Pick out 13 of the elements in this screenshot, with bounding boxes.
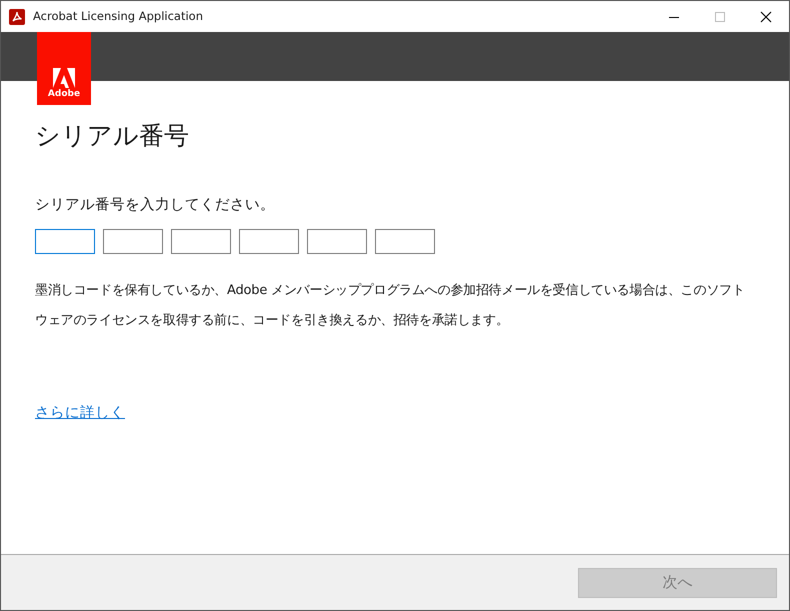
adobe-logo: Adobe [37,32,91,105]
learn-more-link[interactable]: さらに詳しく [35,404,125,421]
page-heading: シリアル番号 [35,121,190,151]
app-icon [9,8,25,24]
window-title: Acrobat Licensing Application [33,8,204,25]
serial-field[interactable] [35,228,95,254]
description-text: 墨消しコードを保有しているか、Adobe メンバーシッププログラムへの参加招待メールを受信している場合は、このソフトウェアのライセンスを取得する前に、コードを引き換えるか、招待を承諾します。 [35,282,746,330]
serial-field[interactable] [171,228,231,254]
serial-field[interactable] [375,228,435,254]
prompt-text: シリアル番号を入力してください。 [35,196,276,215]
serial-field[interactable] [239,228,299,254]
serial-field[interactable] [307,228,367,254]
serial-field[interactable] [103,228,163,254]
